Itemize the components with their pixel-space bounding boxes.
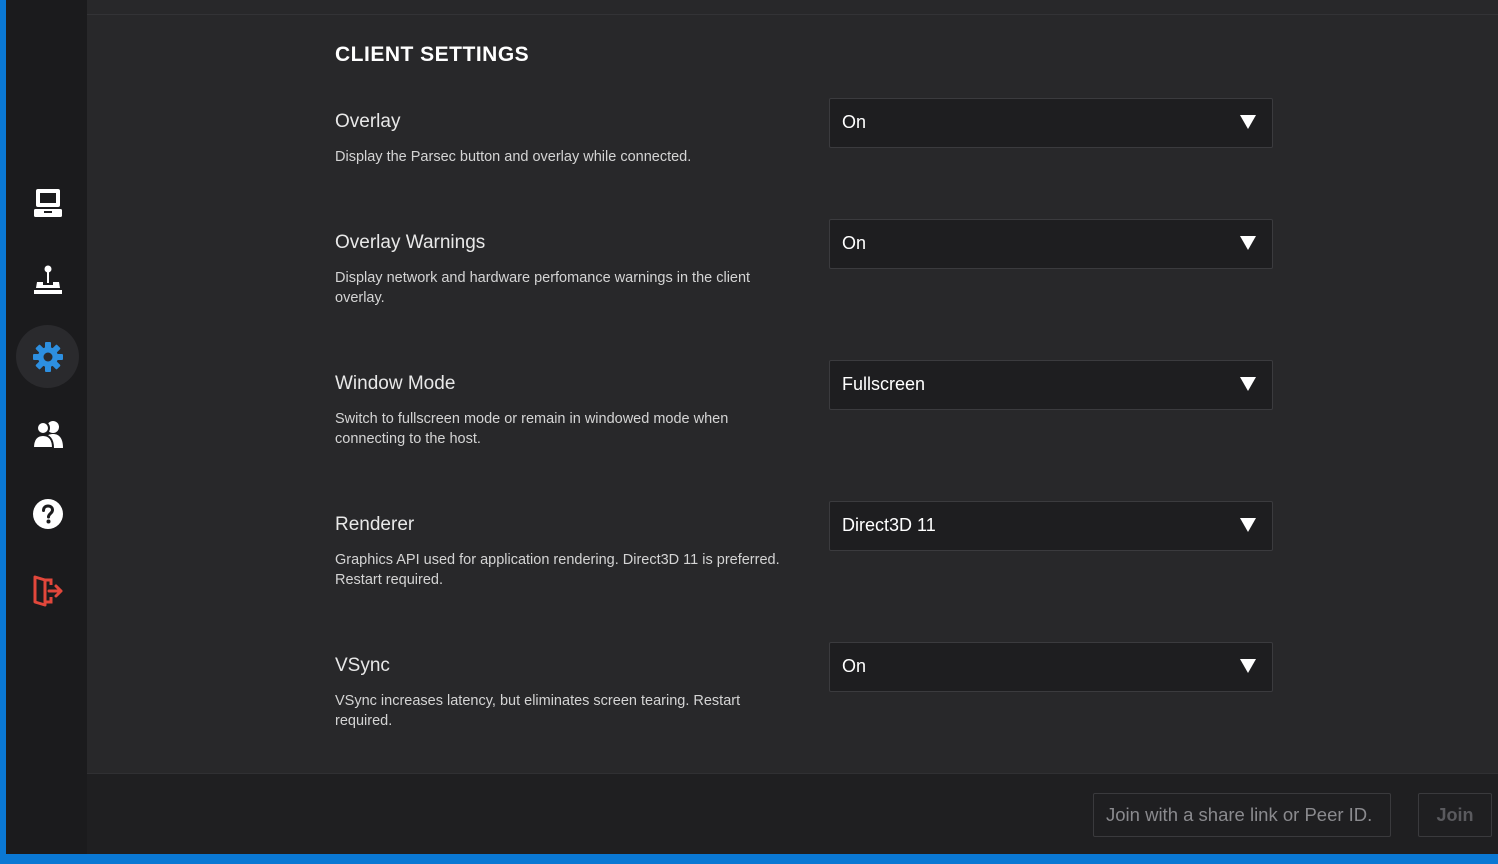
setting-description: VSync increases latency, but eliminates … [335,693,741,729]
dropdown-arrow-icon [1240,377,1256,391]
select-value: Direct3D 11 [842,515,936,535]
setting-label: Window Mode [335,373,456,394]
setting-description: Graphics API used for application render… [335,552,780,588]
setting-description: Switch to fullscreen mode or remain in w… [335,411,729,447]
gear-icon [31,340,65,374]
select-value: On [842,233,867,253]
sidebar-item-settings[interactable] [16,325,79,388]
divider [87,14,1498,15]
vsync-select[interactable]: On [829,642,1273,692]
setting-label: Renderer [335,514,415,535]
setting-overlay-warnings: Overlay Warnings Display network and har… [335,219,1335,342]
select-value: On [842,112,867,132]
dropdown-arrow-icon [1240,659,1256,673]
setting-window-mode: Window Mode Switch to fullscreen mode or… [335,360,1335,483]
dropdown-arrow-icon [1240,236,1256,250]
renderer-select[interactable]: Direct3D 11 [829,501,1273,551]
overlay-select[interactable]: On [829,98,1273,148]
join-peer-input[interactable] [1093,793,1391,837]
arcade-joystick-icon [32,264,64,296]
sidebar-item-arcade[interactable] [16,248,79,311]
sidebar-item-friends[interactable] [16,402,79,465]
select-value: On [842,656,867,676]
overlay-warnings-select[interactable]: On [829,219,1273,269]
sidebar-item-help[interactable] [16,482,79,545]
section-title: CLIENT SETTINGS [335,43,530,66]
setting-description: Display the Parsec button and overlay wh… [335,149,692,165]
sidebar-item-computers[interactable] [16,171,79,234]
setting-description: Display network and hardware perfomance … [335,270,751,306]
dropdown-arrow-icon [1240,518,1256,532]
help-icon [32,498,64,530]
select-value: Fullscreen [842,374,926,394]
friends-icon [31,418,64,450]
setting-vsync: VSync VSync increases latency, but elimi… [335,642,1335,765]
sidebar [6,0,87,854]
computer-icon [32,187,64,219]
parsec-window: CLIENT SETTINGS Overlay Display the Pars… [6,0,1498,854]
logout-icon [31,574,65,608]
join-button[interactable]: Join [1418,793,1492,837]
dropdown-arrow-icon [1240,115,1256,129]
footer-bar: Join [87,773,1498,854]
setting-label: VSync [335,655,390,676]
sidebar-item-logout[interactable] [16,559,79,622]
setting-overlay: Overlay Display the Parsec button and ov… [335,98,1335,221]
setting-label: Overlay [335,111,401,132]
setting-renderer: Renderer Graphics API used for applicati… [335,501,1335,624]
settings-panel: CLIENT SETTINGS Overlay Display the Pars… [87,0,1498,773]
setting-label: Overlay Warnings [335,232,486,253]
window-mode-select[interactable]: Fullscreen [829,360,1273,410]
